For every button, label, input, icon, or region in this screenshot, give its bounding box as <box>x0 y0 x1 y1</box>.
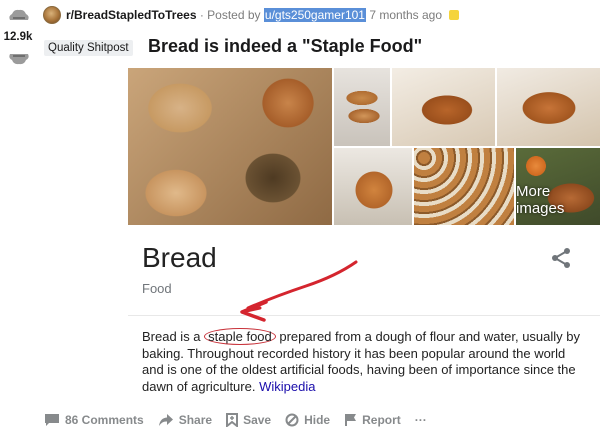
comment-icon <box>45 414 59 426</box>
bread-image-sandwich-loaf[interactable] <box>334 148 412 225</box>
more-options-icon: ··· <box>414 413 427 427</box>
post-time[interactable]: 7 months ago <box>369 8 442 22</box>
hide-label: Hide <box>304 413 331 427</box>
post-flair[interactable]: Quality Shitpost <box>44 40 133 56</box>
bread-image-loaf[interactable] <box>497 68 600 146</box>
bread-image-loaf-cloth[interactable] <box>392 68 495 146</box>
share-icon[interactable] <box>550 247 572 269</box>
subreddit-avatar[interactable] <box>43 6 61 24</box>
bread-image-bagels[interactable] <box>414 148 514 225</box>
subreddit-link[interactable]: r/BreadStapledToTrees <box>66 8 197 22</box>
knowledge-panel: Bread Food Bread is a staple food prepar… <box>128 225 600 405</box>
comments-label: 86 Comments <box>65 413 144 427</box>
vote-score: 12.9k <box>3 31 33 43</box>
hide-icon <box>285 413 299 427</box>
post-actions-bar: 86 Comments Share Save Hide Report ··· <box>44 410 441 430</box>
post-title[interactable]: Bread is indeed a "Staple Food" <box>148 36 422 57</box>
vote-column: 12.9k <box>0 0 36 80</box>
save-button[interactable]: Save <box>226 413 271 427</box>
more-images-link[interactable]: More images <box>516 183 590 217</box>
knowledge-panel-description: Bread is a staple food prepared from a d… <box>142 328 582 395</box>
share-button[interactable]: Share <box>158 413 212 427</box>
username-link[interactable]: u/gts250gamer101 <box>263 8 366 22</box>
more-options-button[interactable]: ··· <box>415 413 427 427</box>
award-icon[interactable] <box>449 10 460 20</box>
share-arrow-icon <box>158 414 173 426</box>
divider <box>128 315 600 316</box>
posted-by-label: · Posted by <box>199 8 261 22</box>
report-label: Report <box>362 413 401 427</box>
upvote-icon[interactable] <box>6 8 32 22</box>
downvote-icon[interactable] <box>6 52 32 66</box>
description-prefix: Bread is a <box>142 329 205 344</box>
save-icon <box>226 413 239 427</box>
knowledge-panel-subtitle: Food <box>142 281 172 296</box>
report-flag-icon <box>345 414 357 426</box>
share-label: Share <box>178 413 213 427</box>
hide-button[interactable]: Hide <box>285 413 330 427</box>
circled-phrase: staple food <box>204 328 276 345</box>
wikipedia-link[interactable]: Wikipedia <box>259 379 315 394</box>
bread-image-collage[interactable]: More images <box>128 68 600 225</box>
post-header: r/BreadStapledToTrees · Posted by u/gts2… <box>66 8 460 22</box>
report-button[interactable]: Report <box>344 413 401 427</box>
bread-image-orange-loaf[interactable]: More images <box>516 148 600 225</box>
save-label: Save <box>243 413 272 427</box>
bread-image-baguettes[interactable] <box>334 68 390 146</box>
bread-image-rolls[interactable] <box>128 68 332 225</box>
knowledge-panel-title: Bread <box>142 242 217 273</box>
comments-button[interactable]: 86 Comments <box>44 413 144 427</box>
